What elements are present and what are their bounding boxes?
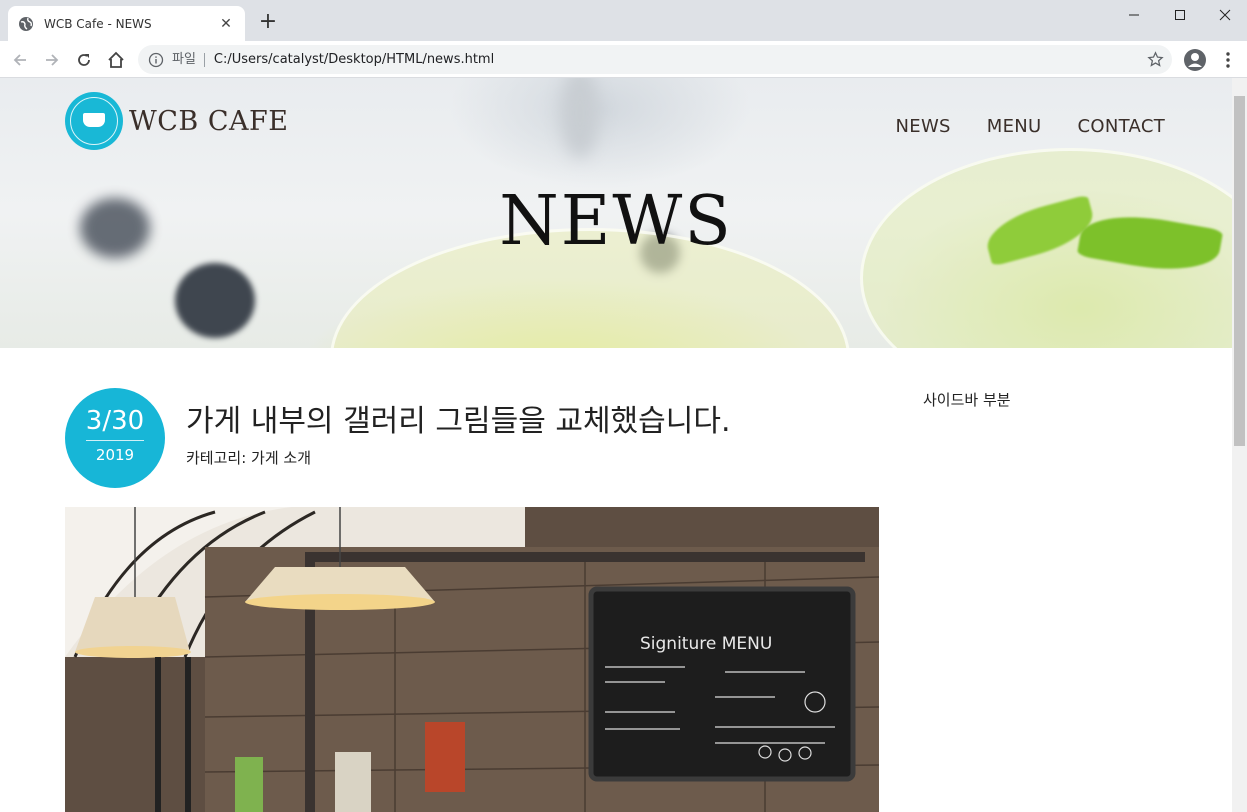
home-button[interactable] <box>104 48 128 72</box>
url-text[interactable]: C:/Users/catalyst/Desktop/HTML/news.html <box>214 52 494 67</box>
logo-badge-icon <box>65 92 123 150</box>
close-window-button[interactable] <box>1202 0 1247 30</box>
nav-contact[interactable]: CONTACT <box>1078 116 1165 137</box>
nav-news[interactable]: NEWS <box>896 116 951 137</box>
post-title: 가게 내부의 갤러리 그림들을 교체했습니다. <box>186 404 731 439</box>
sidebar-placeholder: 사이드바 부분 <box>923 391 1011 409</box>
main-nav: NEWS MENU CONTACT <box>896 116 1165 137</box>
forward-button[interactable] <box>40 48 64 72</box>
maximize-button[interactable] <box>1157 0 1203 30</box>
address-bar[interactable]: 파일 C:/Users/catalyst/Desktop/HTML/news.h… <box>138 45 1172 74</box>
post-date-badge: 3/30 2019 <box>65 388 165 488</box>
page-title: NEWS <box>499 182 733 261</box>
bg-shape <box>560 78 600 158</box>
site-logo[interactable]: WCB CAFE <box>65 92 288 150</box>
info-icon[interactable] <box>148 52 164 68</box>
post-photo: Signiture MENU <box>65 507 879 812</box>
post-category: 카테고리: 가게 소개 <box>186 449 311 467</box>
berry-shape <box>175 263 255 338</box>
logo-text: WCB CAFE <box>129 105 289 137</box>
browser-tab[interactable]: WCB Cafe - NEWS ✕ <box>8 6 245 41</box>
globe-icon <box>18 16 34 32</box>
profile-avatar-icon[interactable] <box>1183 48 1207 72</box>
nav-menu[interactable]: MENU <box>987 116 1042 137</box>
page-scrollbar[interactable] <box>1232 78 1247 812</box>
menu-kebab-icon[interactable] <box>1218 48 1238 72</box>
bookmark-star-icon[interactable] <box>1147 51 1164 68</box>
chalkboard-title: Signiture MENU <box>640 634 772 654</box>
date-divider <box>86 440 144 441</box>
post-date-month-day: 3/30 <box>85 406 145 436</box>
scrollbar-thumb[interactable] <box>1234 96 1245 446</box>
tab-strip: WCB Cafe - NEWS ✕ + <box>0 0 1247 41</box>
tab-title: WCB Cafe - NEWS <box>44 16 152 31</box>
minimize-button[interactable] <box>1111 0 1157 30</box>
browser-toolbar: 파일 C:/Users/catalyst/Desktop/HTML/news.h… <box>0 41 1247 78</box>
scheme-label: 파일 <box>172 52 205 67</box>
back-button[interactable] <box>8 48 32 72</box>
close-tab-icon[interactable]: ✕ <box>217 16 235 32</box>
new-tab-button[interactable]: + <box>256 10 280 34</box>
reload-button[interactable] <box>72 48 96 72</box>
post-date-year: 2019 <box>95 446 135 464</box>
page-viewport: WCB CAFE NEWS MENU CONTACT NEWS 3/30 201… <box>0 78 1232 812</box>
hero-banner: WCB CAFE NEWS MENU CONTACT NEWS <box>0 78 1232 348</box>
